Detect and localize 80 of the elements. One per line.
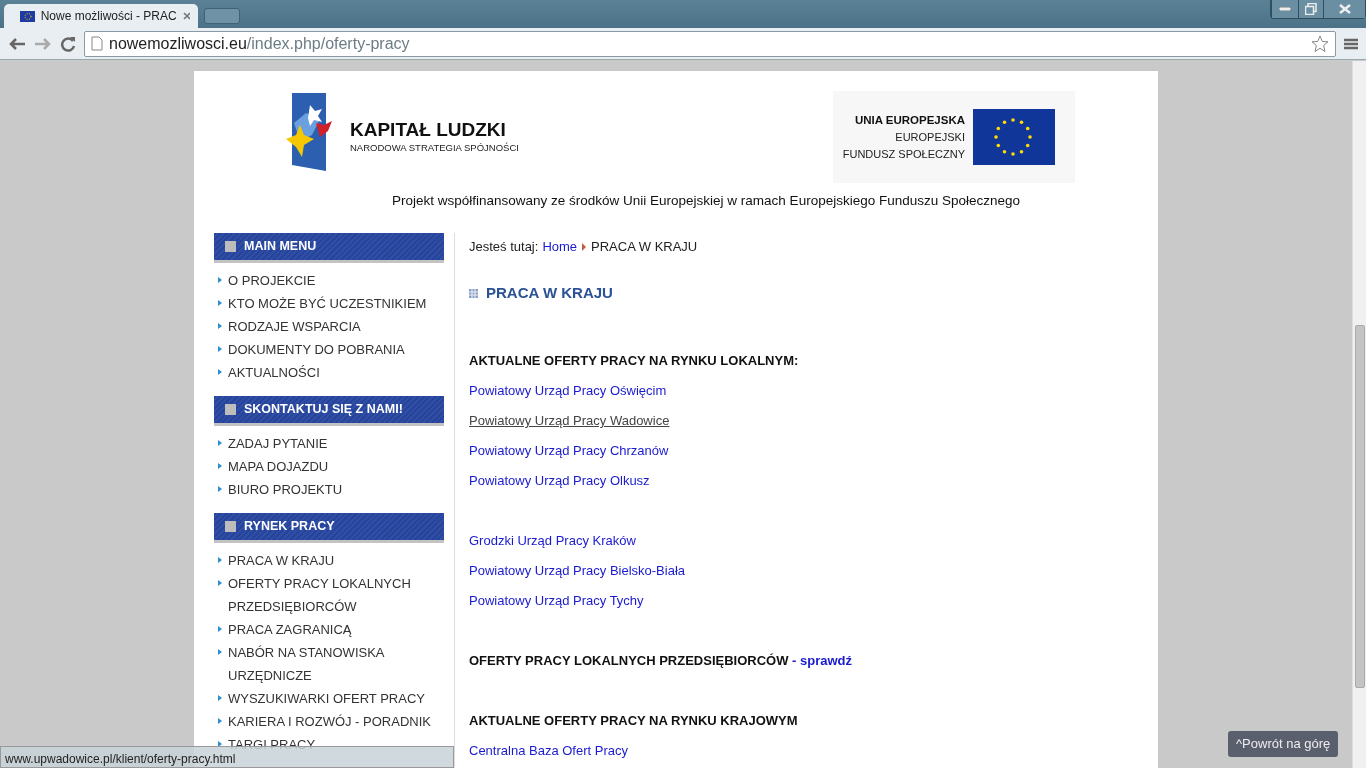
bullet-icon — [218, 463, 222, 470]
bullet-icon — [218, 557, 222, 564]
caption: Projekt współfinansowany ze środków Unii Europejskiej w ramach Europejskiego Funduszu Społecznego — [390, 192, 1022, 210]
reload-icon[interactable] — [60, 35, 76, 52]
back-icon[interactable] — [8, 36, 26, 51]
menu-item[interactable]: KTO MOŻE BYĆ UCZESTNIKIEM — [228, 292, 427, 316]
flag-icon — [20, 10, 35, 22]
job-office-link[interactable]: Powiatowy Urząd Pracy Bielsko-Biała — [469, 556, 686, 587]
restore-button[interactable] — [1298, 0, 1323, 18]
menu-title: RYNEK PRACY — [244, 518, 335, 536]
logo-subtitle: FUNDUSZ SPOŁECZNY — [842, 146, 965, 162]
bullet-icon — [218, 718, 222, 725]
url-tooltip: www.upwadowice.pl/klient/oferty-pracy.html — [0, 746, 454, 768]
logo-subtitle: EUROPEJSKI — [894, 130, 965, 146]
bullet-icon — [218, 323, 222, 330]
job-office-link[interactable]: Powiatowy Urząd Pracy Chrzanów — [469, 436, 669, 467]
bullet-icon — [218, 440, 222, 447]
restore-icon — [1305, 3, 1317, 15]
menu-item[interactable]: NABÓR NA STANOWISKA URZĘDNICZE — [228, 641, 444, 688]
page-icon — [91, 36, 103, 51]
bullet-icon — [218, 300, 222, 307]
menu-item[interactable]: PRACA ZAGRANICĄ — [228, 618, 352, 642]
menu-item[interactable]: RODZAJE WSPARCIA — [228, 315, 361, 339]
separator-icon — [581, 243, 588, 251]
menu-item[interactable]: ZADAJ PYTANIE — [228, 432, 328, 456]
logo-subtitle: NARODOWA STRATEGIA SPÓJNOŚCI — [350, 140, 519, 155]
bullet-icon — [218, 277, 222, 284]
section-heading: AKTUALNE OFERTY PRACY NA RYNKU KRAJOWYM — [469, 713, 798, 729]
section-heading: AKTUALNE OFERTY PRACY NA RYNKU LOKALNYM: — [469, 353, 799, 369]
star-icon[interactable] — [1311, 34, 1329, 53]
menu-title: SKONTAKTUJ SIĘ Z NAMI! — [244, 401, 403, 419]
job-office-link[interactable]: Powiatowy Urząd Pracy Tychy — [469, 586, 644, 617]
bullet-icon — [218, 580, 222, 587]
check-link[interactable]: - sprawdź — [792, 653, 853, 669]
breadcrumb-label: Jesteś tutaj: — [469, 238, 539, 257]
bullet-icon — [218, 369, 222, 376]
url-text: nowemozliwosci.eu/index.php/oferty-pracy — [109, 33, 411, 54]
browser-tab[interactable]: Nowe możliwości - PRAC — [4, 4, 198, 28]
menu-item[interactable]: DOKUMENTY DO POBRANIA — [228, 338, 405, 362]
menu-item[interactable]: PRACA W KRAJU — [228, 549, 335, 573]
page-heading: PRACA W KRAJU — [486, 282, 613, 303]
logo-title: KAPITAŁ LUDZKI — [350, 118, 507, 141]
eu-flag-icon — [973, 109, 1055, 165]
tab-title: Nowe możliwości - PRAC — [40, 8, 177, 25]
scrollbar[interactable] — [1352, 61, 1366, 768]
menu-item[interactable]: KARIERA I ROZWÓJ - PORADNIK — [228, 710, 431, 734]
close-button[interactable] — [1323, 0, 1365, 18]
back-to-top-button[interactable]: ^Powrót na górę — [1228, 731, 1339, 757]
menu-title: MAIN MENU — [244, 238, 317, 256]
menu-item[interactable]: MAPA DOJAZDU — [228, 455, 329, 479]
bullet-icon — [218, 626, 222, 633]
job-office-link[interactable]: Powiatowy Urząd Pracy Wadowice — [469, 406, 670, 437]
job-office-link[interactable]: Powiatowy Urząd Pracy Olkusz — [469, 466, 650, 497]
bullet-icon — [218, 346, 222, 353]
minimize-icon — [1279, 7, 1291, 11]
address-bar[interactable]: nowemozliwosci.eu/index.php/oferty-pracy — [84, 30, 1336, 57]
menu-item[interactable]: AKTUALNOŚCI — [228, 361, 320, 385]
square-icon — [225, 404, 236, 416]
job-office-link[interactable]: Powiatowy Urząd Pracy Oświęcim — [469, 376, 667, 407]
bullet-icon — [218, 695, 222, 702]
menu-item[interactable]: WYSZUKIWARKI OFERT PRACY — [228, 687, 425, 711]
close-icon — [1338, 4, 1351, 14]
job-office-link[interactable]: Grodzki Urząd Pracy Kraków — [469, 526, 636, 557]
logo-title: UNIA EUROPEJSKA — [853, 112, 965, 128]
menu-item[interactable]: BIURO PROJEKTU — [228, 478, 343, 502]
menu-icon[interactable] — [1344, 37, 1358, 50]
bullet-icon — [218, 649, 222, 656]
square-icon — [225, 241, 236, 253]
section-heading: OFERTY PRACY LOKALNYCH PRZEDSIĘBIORCÓW — [469, 653, 789, 669]
close-icon[interactable] — [182, 12, 190, 20]
minimize-button[interactable] — [1271, 0, 1298, 18]
heading-icon — [469, 288, 478, 298]
menu-item[interactable]: OFERTY PRACY LOKALNYCH PRZEDSIĘBIORCÓW — [228, 572, 444, 619]
job-office-link[interactable]: Centralna Baza Ofert Pracy — [469, 736, 628, 767]
logo-icon — [286, 93, 334, 173]
bullet-icon — [218, 486, 222, 493]
breadcrumb-current: PRACA W KRAJU — [591, 238, 698, 257]
breadcrumb-link[interactable]: Home — [542, 237, 578, 257]
menu-item[interactable]: O PROJEKCIE — [228, 269, 316, 293]
square-icon — [225, 521, 236, 533]
